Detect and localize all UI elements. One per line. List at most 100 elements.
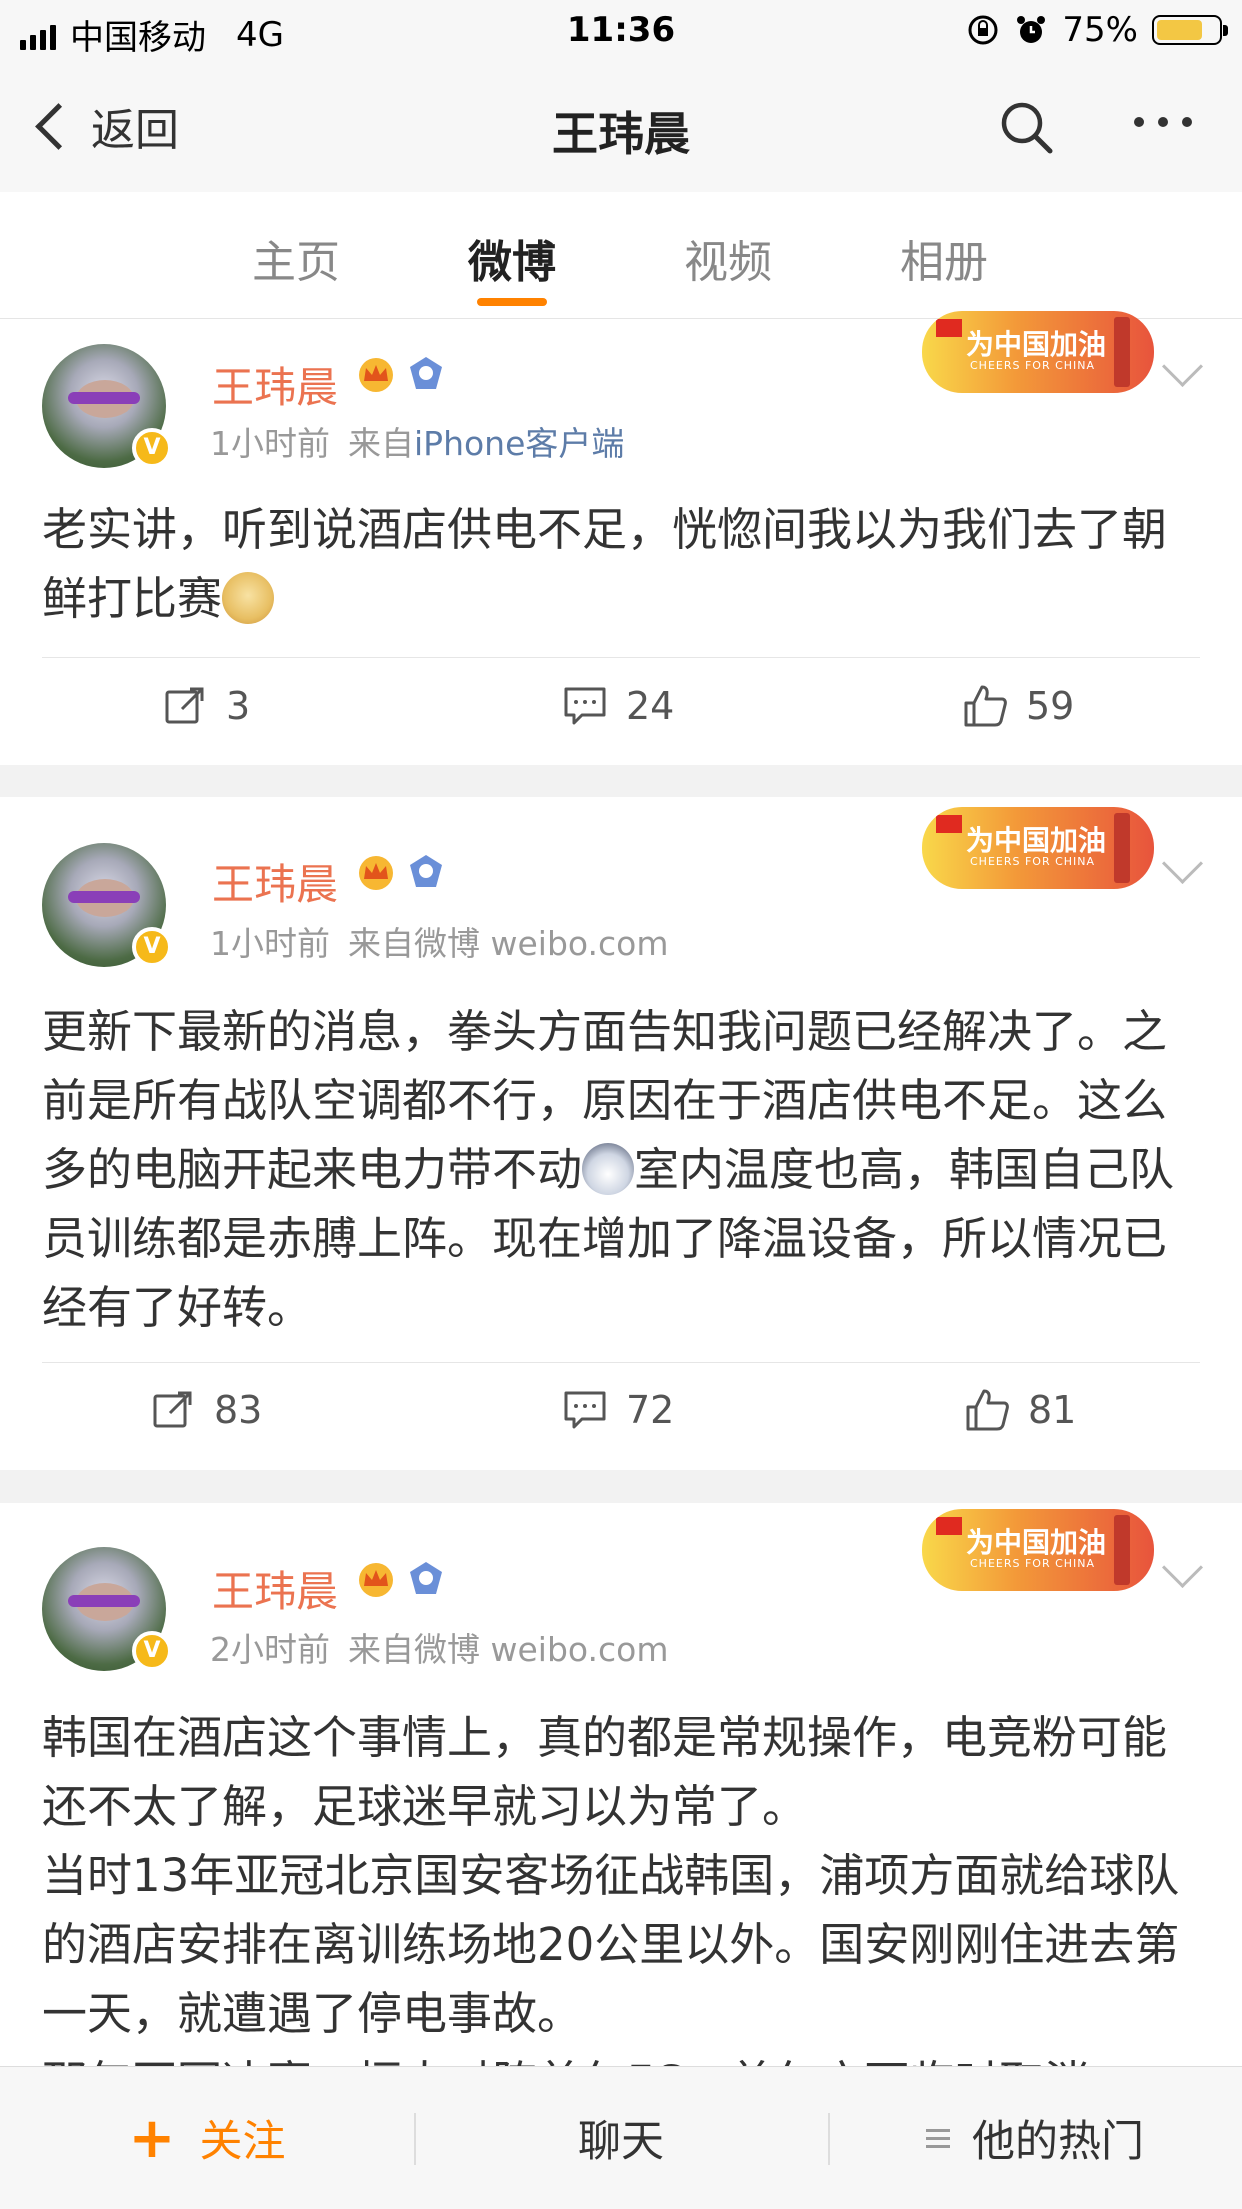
comment-icon <box>564 1391 606 1429</box>
tab-album[interactable]: 相册 <box>864 226 1024 290</box>
avatar[interactable]: V <box>42 344 172 468</box>
post-username[interactable]: 王玮晨 <box>212 851 338 912</box>
post-time: 2小时前 <box>210 1630 330 1669</box>
game-rank-icon <box>410 357 442 389</box>
search-icon[interactable] <box>996 97 1056 157</box>
post-source-prefix: 来自 <box>348 424 414 463</box>
repost-count: 3 <box>226 684 251 728</box>
game-rank-icon <box>410 855 442 887</box>
cheers-for-china-badge[interactable]: 为中国加油 CHEERS FOR CHINA <box>922 1509 1154 1591</box>
flag-icon <box>936 1517 962 1535</box>
tab-weibo[interactable]: 微博 <box>432 226 592 306</box>
tab-label: 主页 <box>252 237 340 288</box>
like-count: 81 <box>1028 1388 1077 1432</box>
tab-label: 视频 <box>684 237 772 288</box>
cheers-sub: CHEERS FOR CHINA <box>970 359 1096 372</box>
post-text-body: 老实讲，听到说酒店供电不足，恍惚间我以为我们去了朝鲜打比赛 <box>42 503 1168 625</box>
avatar[interactable]: V <box>42 1547 172 1671</box>
verified-badge-icon: V <box>132 1631 172 1671</box>
chevron-down-icon[interactable] <box>1161 1546 1204 1589</box>
post-username[interactable]: 王玮晨 <box>212 354 338 415</box>
doge-emoji-icon <box>222 572 275 624</box>
post-source-prefix: 来自微博 weibo.com <box>348 924 669 963</box>
thumbs-up-icon <box>966 1389 1009 1431</box>
tab-label: 相册 <box>900 237 988 288</box>
post-actions: 3 24 59 <box>0 665 1242 745</box>
post-text[interactable]: 更新下最新的消息，拳头方面告知我问题已经解决了。之前是所有战队空调都不行，原因在… <box>42 997 1202 1342</box>
follow-button[interactable]: + 关注 <box>0 2067 414 2209</box>
chevron-down-icon[interactable] <box>1161 345 1204 388</box>
repost-icon <box>153 1391 192 1428</box>
cheers-sub: CHEERS FOR CHINA <box>970 1557 1096 1570</box>
post-time: 1小时前 <box>210 924 330 963</box>
comment-button[interactable]: 24 <box>562 683 674 729</box>
post-time: 1小时前 <box>210 424 330 463</box>
post-text[interactable]: 韩国在酒店这个事情上，真的都是常规操作，电竞粉可能还不太了解，足球迷早就习以为常… <box>42 1703 1202 2066</box>
bottom-action-bar: + 关注 聊天 他的热门 <box>0 2066 1242 2209</box>
verified-badge-icon: V <box>132 927 172 967</box>
divider <box>42 1362 1200 1363</box>
post-card[interactable]: V 王玮晨 1小时前 来自微博 weibo.com 为中国加油 CHEERS FOR… <box>0 797 1242 1470</box>
alarm-icon <box>1017 16 1046 43</box>
post-meta: 2小时前 来自微博 weibo.com <box>210 1623 668 1671</box>
post-card[interactable]: V 王玮晨 2小时前 来自微博 weibo.com 为中国加油 CHEERS FOR… <box>0 1503 1242 2066</box>
list-icon <box>926 2128 950 2148</box>
post-meta: 1小时前 来自iPhone客户端 <box>210 417 624 465</box>
chat-button[interactable]: 聊天 <box>414 2067 828 2209</box>
repost-icon <box>165 687 204 724</box>
repost-button[interactable]: 3 <box>162 683 250 729</box>
post-meta: 1小时前 来自微博 weibo.com <box>210 917 668 965</box>
game-rank-icon <box>410 1562 442 1594</box>
cheers-for-china-badge[interactable]: 为中国加油 CHEERS FOR CHINA <box>922 807 1154 889</box>
follow-label: 关注 <box>199 2117 286 2167</box>
post-actions: 83 72 81 <box>0 1369 1242 1449</box>
orientation-lock-icon <box>968 15 998 45</box>
post-username[interactable]: 王玮晨 <box>212 1558 338 1619</box>
battery-icon <box>1152 15 1228 45</box>
tab-label: 微博 <box>468 237 556 288</box>
like-button[interactable]: 81 <box>964 1387 1076 1433</box>
vip-crown-icon <box>359 358 393 392</box>
like-count: 59 <box>1026 684 1075 728</box>
comment-count: 72 <box>626 1388 675 1432</box>
profile-tabs: 主页 微博 视频 相册 <box>0 192 1242 319</box>
repost-button[interactable]: 83 <box>150 1387 262 1433</box>
battery-percent: 75% <box>1062 10 1138 50</box>
cheers-text: 为中国加油 <box>966 328 1107 361</box>
verified-badge-icon: V <box>132 428 172 468</box>
hot-label: 他的热门 <box>972 2117 1144 2167</box>
comment-count: 24 <box>626 684 675 728</box>
post-card[interactable]: V 王玮晨 1小时前 来自iPhone客户端 为中国加油 CHEERS FOR CH… <box>0 311 1242 765</box>
comment-button[interactable]: 72 <box>562 1387 674 1433</box>
tab-videos[interactable]: 视频 <box>648 226 808 290</box>
card-separator <box>0 765 1242 797</box>
comment-icon <box>564 687 606 725</box>
divider <box>42 657 1200 658</box>
status-bar: 中国移动 4G 11:36 75% <box>0 0 1242 62</box>
like-button[interactable]: 59 <box>962 683 1074 729</box>
nav-bar: 返回 王玮晨 <box>0 62 1242 193</box>
post-source-link[interactable]: iPhone客户端 <box>414 424 624 463</box>
card-separator <box>0 1470 1242 1503</box>
active-tab-indicator <box>477 298 547 306</box>
flag-icon <box>936 319 962 337</box>
husky-emoji-icon <box>582 1143 635 1195</box>
more-icon[interactable] <box>1134 117 1192 127</box>
vip-crown-icon <box>359 1563 393 1597</box>
post-source-prefix: 来自微博 weibo.com <box>348 1630 669 1669</box>
post-paragraph: 韩国在酒店这个事情上，真的都是常规操作，电竞粉可能还不太了解，足球迷早就习以为常… <box>42 1711 1168 1833</box>
chevron-down-icon[interactable] <box>1161 842 1204 885</box>
post-text[interactable]: 老实讲，听到说酒店供电不足，恍惚间我以为我们去了朝鲜打比赛 <box>42 495 1202 633</box>
plus-icon: + <box>128 2105 176 2171</box>
flag-icon <box>936 815 962 833</box>
cheers-for-china-badge[interactable]: 为中国加油 CHEERS FOR CHINA <box>922 311 1154 393</box>
tab-home[interactable]: 主页 <box>216 226 376 290</box>
cheers-text: 为中国加油 <box>966 824 1107 857</box>
post-paragraph: 那年亚冠决赛，恒大对阵首尔FC，首尔方面临时取消 <box>42 2048 1202 2066</box>
hot-posts-button[interactable]: 他的热门 <box>828 2067 1242 2209</box>
post-paragraph: 当时13年亚冠北京国安客场征战韩国，浦项方面就给球队的酒店安排在离训练场地20公… <box>42 1849 1180 2040</box>
avatar[interactable]: V <box>42 843 172 967</box>
cheers-sub: CHEERS FOR CHINA <box>970 855 1096 868</box>
cheers-text: 为中国加油 <box>966 1526 1107 1559</box>
vip-crown-icon <box>359 856 393 890</box>
